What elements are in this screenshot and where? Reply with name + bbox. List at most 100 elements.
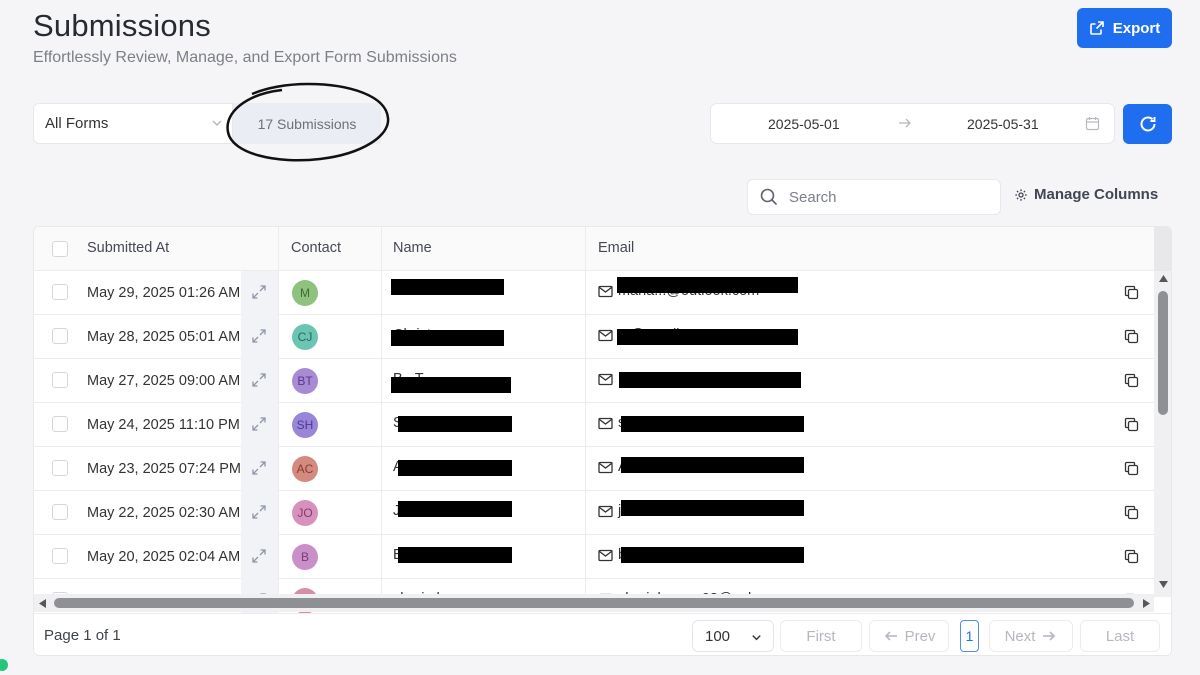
scroll-right-icon[interactable] (1143, 599, 1150, 608)
chevron-down-icon (752, 635, 761, 641)
submitted-at: May 28, 2025 05:01 AM (87, 329, 241, 345)
table-row[interactable]: May 20, 2025 02:04 AMBBb (34, 535, 1154, 579)
table-row[interactable]: May 29, 2025 01:26 AMMMariamaria...@outl… (34, 271, 1154, 315)
copy-icon[interactable] (1124, 285, 1139, 300)
mail-icon (598, 417, 613, 430)
status-dot (0, 659, 8, 671)
row-checkbox[interactable] (52, 504, 68, 520)
scroll-up-icon[interactable] (1159, 275, 1168, 282)
submitted-at: May 29, 2025 01:26 AM (87, 285, 241, 301)
refresh-button[interactable] (1123, 104, 1172, 144)
redaction-bar (617, 329, 798, 345)
row-checkbox[interactable] (52, 416, 68, 432)
table-row[interactable]: May 23, 2025 07:24 PMACAA (34, 447, 1154, 491)
table-row[interactable]: May 28, 2025 05:01 AMCJChrist......@gmai… (34, 315, 1154, 359)
redaction-bar (391, 330, 504, 346)
mail-icon (598, 461, 613, 474)
redaction-bar (398, 416, 512, 432)
expand-row-button[interactable] (241, 447, 278, 491)
table-row[interactable]: May 27, 2025 09:00 AMBTB...T... (34, 359, 1154, 403)
column-header-submitted-at[interactable]: Submitted At (87, 240, 169, 256)
table-row[interactable]: May 22, 2025 02:30 AMJOJj...s.com (34, 491, 1154, 535)
expand-row-button[interactable] (241, 315, 278, 359)
date-start[interactable]: 2025-05-01 (768, 116, 840, 132)
gear-icon (1015, 188, 1027, 201)
column-header-email[interactable]: Email (598, 240, 634, 256)
next-page-button[interactable]: Next (989, 620, 1073, 652)
avatar: SH (292, 412, 318, 438)
column-header-name[interactable]: Name (393, 240, 432, 256)
date-end[interactable]: 2025-05-31 (967, 116, 1039, 132)
submissions-table: Submitted At Contact Name Email May 29, … (33, 226, 1172, 656)
expand-icon (252, 461, 266, 475)
form-select[interactable]: All Forms (33, 103, 233, 144)
avatar-initials: BT (297, 374, 313, 388)
row-checkbox[interactable] (52, 372, 68, 388)
expand-row-button[interactable] (241, 535, 278, 579)
expand-row-button[interactable] (241, 491, 278, 535)
redaction-bar (621, 457, 804, 473)
horizontal-scrollbar-thumb[interactable] (54, 598, 1134, 608)
date-range-picker[interactable]: 2025-05-01 2025-05-31 (710, 103, 1115, 144)
submitted-at: May 24, 2025 11:10 PM (87, 417, 240, 433)
search-box[interactable] (747, 179, 1001, 215)
avatar: B (292, 544, 318, 570)
manage-columns-label: Manage Columns (1034, 186, 1159, 203)
last-page-button[interactable]: Last (1080, 620, 1160, 652)
avatar: BT (292, 368, 318, 394)
redaction-bar (398, 501, 512, 517)
expand-row-button[interactable] (241, 359, 278, 403)
mail-icon (598, 373, 613, 386)
expand-icon (252, 549, 266, 563)
scroll-down-icon[interactable] (1159, 581, 1168, 588)
copy-icon[interactable] (1124, 329, 1139, 344)
calendar-icon (1085, 117, 1100, 131)
avatar-initials: CJ (297, 330, 313, 344)
avatar-initials: B (300, 550, 309, 564)
horizontal-scrollbar[interactable] (34, 594, 1154, 612)
export-icon (1089, 21, 1104, 35)
expand-row-button[interactable] (241, 403, 278, 447)
column-header-contact[interactable]: Contact (291, 240, 341, 256)
search-icon (760, 188, 778, 206)
submissions-page: Submissions Effortlessly Review, Manage,… (0, 0, 1200, 675)
page-info: Page 1 of 1 (44, 627, 121, 644)
next-page-label: Next (1004, 627, 1036, 645)
last-page-label: Last (1105, 627, 1135, 645)
per-page-select[interactable]: 100 (692, 620, 774, 652)
row-checkbox[interactable] (52, 284, 68, 300)
column-divider (278, 227, 279, 597)
search-input[interactable] (789, 188, 979, 206)
redaction-bar (391, 279, 504, 295)
first-page-button[interactable]: First (780, 620, 862, 652)
expand-row-button[interactable] (241, 271, 278, 315)
copy-icon[interactable] (1124, 417, 1139, 432)
table-footer: Page 1 of 1 100 First Prev 1 Next Last (34, 613, 1171, 655)
scrollbar-header-cap (1154, 227, 1171, 271)
avatar-initials: AC (296, 462, 314, 476)
page-title: Submissions (33, 8, 211, 43)
avatar: AC (292, 456, 318, 482)
manage-columns-button[interactable]: Manage Columns (1014, 186, 1158, 203)
arrow-right-icon (899, 118, 911, 128)
expand-icon (252, 373, 266, 387)
scroll-left-icon[interactable] (39, 599, 46, 608)
copy-icon[interactable] (1124, 373, 1139, 388)
redaction-bar (621, 547, 804, 563)
copy-icon[interactable] (1124, 549, 1139, 564)
copy-icon[interactable] (1124, 461, 1139, 476)
vertical-scrollbar[interactable] (1154, 227, 1171, 597)
prev-page-button[interactable]: Prev (869, 620, 949, 652)
row-checkbox[interactable] (52, 548, 68, 564)
expand-icon (252, 417, 266, 431)
table-row[interactable]: May 24, 2025 11:10 PMSHSs (34, 403, 1154, 447)
select-all-checkbox[interactable] (52, 241, 68, 257)
row-checkbox[interactable] (52, 328, 68, 344)
row-checkbox[interactable] (52, 460, 68, 476)
submission-count: 17 Submissions (257, 115, 357, 132)
copy-icon[interactable] (1124, 505, 1139, 520)
page-subtitle: Effortlessly Review, Manage, and Export … (33, 49, 457, 66)
vertical-scrollbar-thumb[interactable] (1158, 291, 1168, 415)
current-page-button[interactable]: 1 (960, 620, 979, 652)
export-button[interactable]: Export (1077, 8, 1172, 48)
